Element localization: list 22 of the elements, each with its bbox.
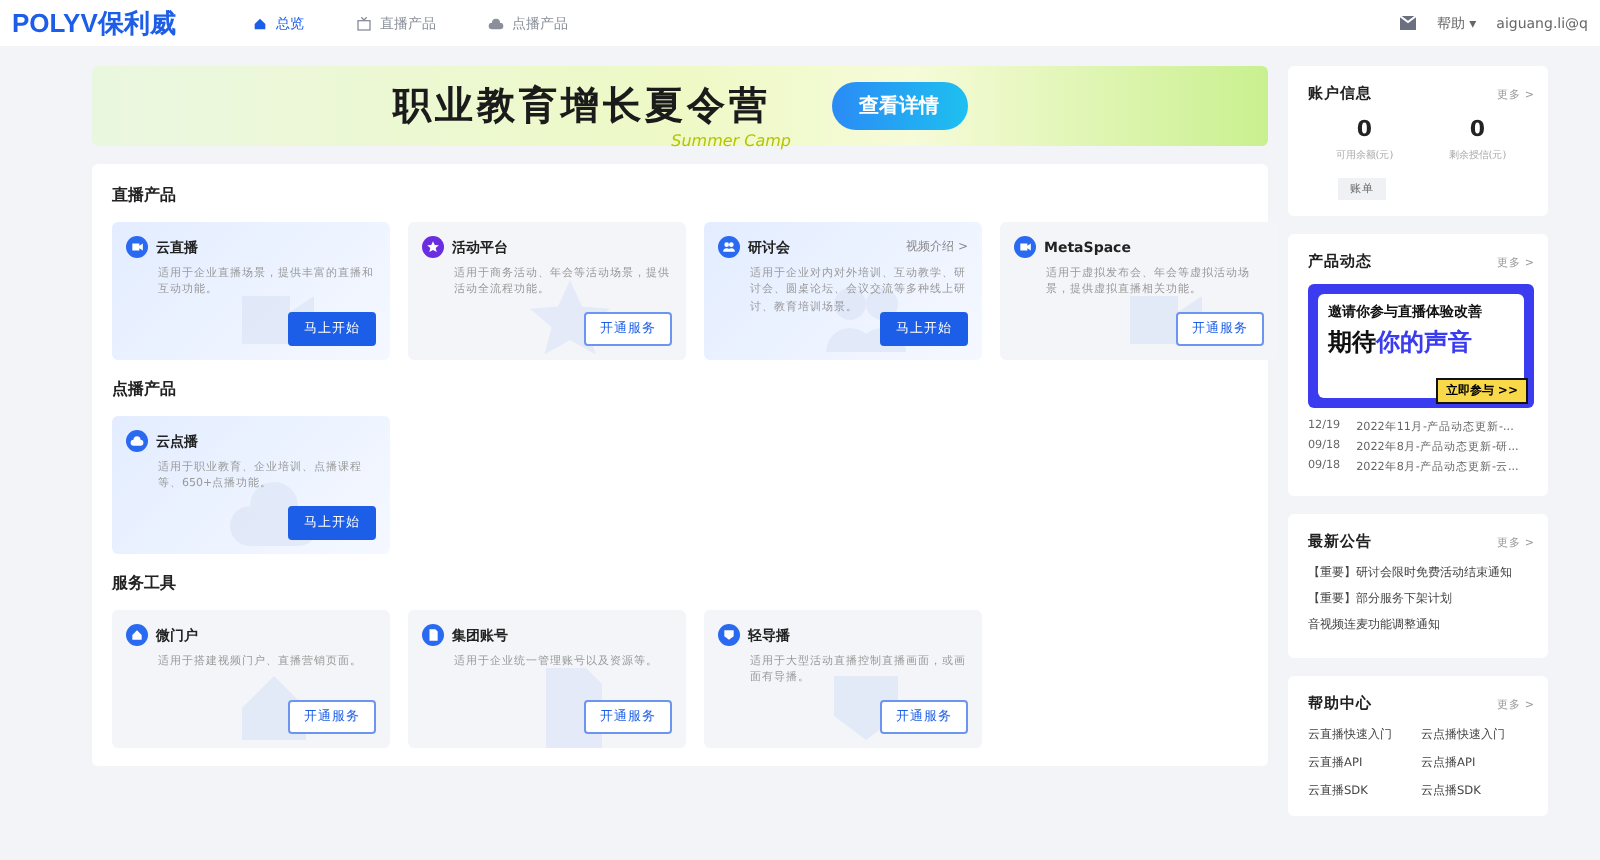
- stat-value: 0: [1467, 116, 1488, 142]
- stat-value: 0: [1354, 116, 1375, 142]
- video-camera-icon: [126, 236, 148, 258]
- house-icon: [251, 15, 268, 31]
- logo[interactable]: POLYV保利威: [12, 5, 176, 41]
- banner-slogan: 期待你的声音: [1328, 326, 1474, 360]
- document-icon: [422, 624, 444, 646]
- section-title: 直播产品: [112, 184, 178, 206]
- banner-subtitle: Summer Camp: [671, 132, 791, 150]
- shield-icon: [718, 624, 740, 646]
- section-title: 服务工具: [112, 572, 178, 594]
- promo-banner[interactable]: 职业教育增长夏令营 Summer Camp 查看详情: [92, 66, 1268, 146]
- cloud-icon: [126, 430, 148, 452]
- cloud-icon: [487, 15, 504, 31]
- banner-title: 职业教育增长夏令营: [393, 84, 771, 128]
- section-title: 点播产品: [112, 378, 178, 400]
- tv-icon: [355, 15, 372, 31]
- people-icon: [718, 236, 740, 258]
- star-icon: [422, 236, 444, 258]
- mail-icon[interactable]: [1400, 16, 1417, 30]
- house-icon: [126, 624, 148, 646]
- video-camera-icon: [1014, 236, 1036, 258]
